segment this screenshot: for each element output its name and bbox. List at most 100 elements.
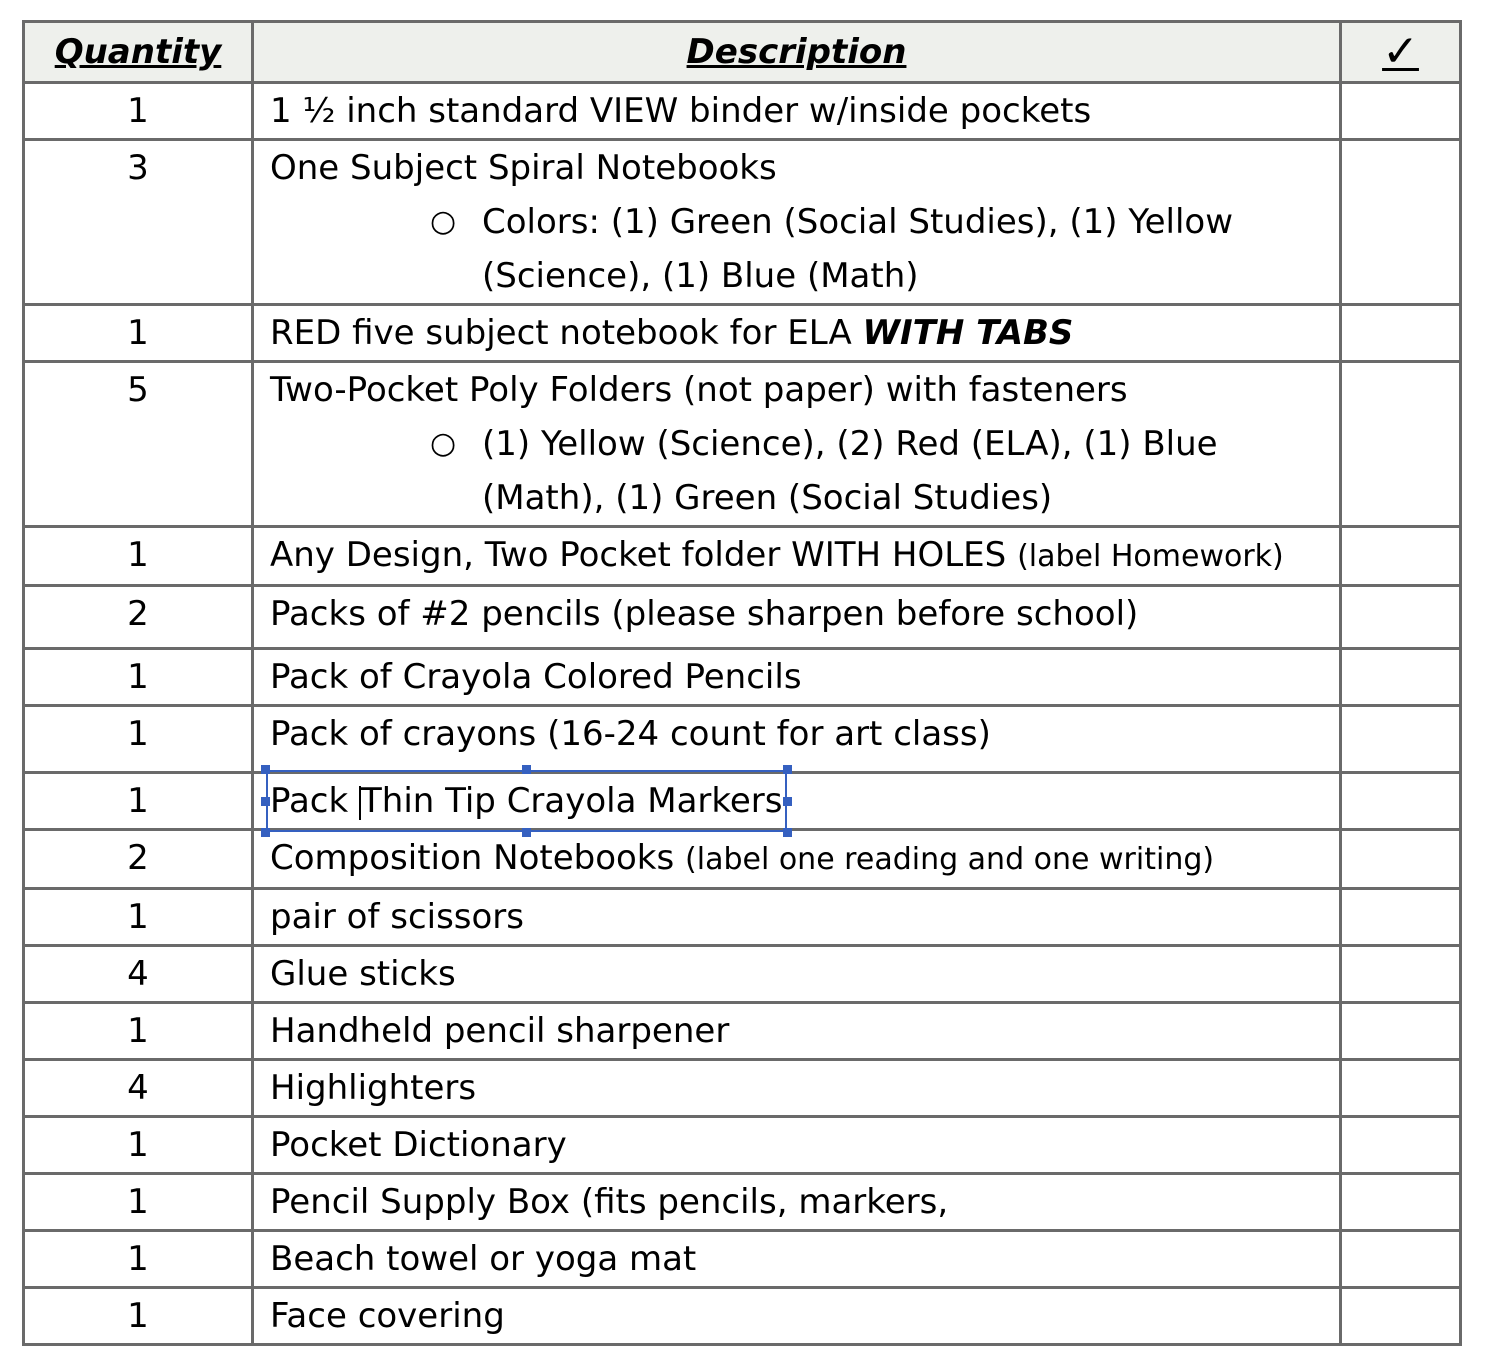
item-text: Two-Pocket Poly Folders (not paper) with… xyxy=(270,370,1128,410)
item-text: One Subject Spiral Notebooks xyxy=(270,148,777,188)
description-cell[interactable]: Pocket Dictionary xyxy=(251,1115,1342,1175)
table-row: 5 Two-Pocket Poly Folders (not paper) wi… xyxy=(22,360,1462,528)
quantity-cell: 1 xyxy=(22,647,254,707)
sub-bullet: ○ (1) Yellow (Science), (2) Red (ELA), (1… xyxy=(270,417,1339,525)
note-text: (label Homework) xyxy=(1017,539,1284,574)
table-row: 1 Pencil Supply Box (fits pencils, marke… xyxy=(22,1172,1462,1232)
resize-handle[interactable] xyxy=(782,765,792,774)
item-text: Composition Notebooks xyxy=(270,838,686,878)
description-cell[interactable]: Glue sticks xyxy=(251,944,1342,1004)
check-cell[interactable] xyxy=(1339,771,1462,831)
table-row: 4 Glue sticks xyxy=(22,944,1462,1004)
check-cell[interactable] xyxy=(1339,360,1462,528)
quantity-cell: 1 xyxy=(22,1229,254,1289)
table-row: 1 Face covering xyxy=(22,1286,1462,1346)
table-row: 4 Highlighters xyxy=(22,1058,1462,1118)
description-cell[interactable]: Pencil Supply Box (fits pencils, markers… xyxy=(251,1172,1342,1232)
table-row: 1 RED five subject notebook for ELA WITH… xyxy=(22,303,1462,363)
check-cell[interactable] xyxy=(1339,887,1462,947)
description-cell[interactable]: Highlighters xyxy=(251,1058,1342,1118)
description-cell[interactable]: pair of scissors xyxy=(251,887,1342,947)
item-text: Any Design, Two Pocket folder WITH HOLES xyxy=(270,535,1018,575)
resize-handle[interactable] xyxy=(782,797,792,806)
check-cell[interactable] xyxy=(1339,647,1462,707)
table-row: 1 Pack of crayons (16-24 count for art c… xyxy=(22,704,1462,774)
sub-bullet: ○ Colors: (1) Green (Social Studies), (1)… xyxy=(270,195,1339,303)
table-row: 1 1 ½ inch standard VIEW binder w/inside… xyxy=(22,81,1462,141)
description-cell[interactable]: Any Design, Two Pocket folder WITH HOLES… xyxy=(251,525,1342,587)
checkmark-header: ✓ xyxy=(1339,20,1462,84)
description-cell[interactable]: Packs of #2 pencils (please sharpen befo… xyxy=(251,584,1342,650)
quantity-cell: 5 xyxy=(22,360,254,528)
emphasis-text: WITH TABS xyxy=(862,313,1074,353)
quantity-cell: 4 xyxy=(22,1058,254,1118)
check-cell[interactable] xyxy=(1339,525,1462,587)
note-text: (label one reading and one writing) xyxy=(685,842,1215,877)
description-cell[interactable]: 1 ½ inch standard VIEW binder w/inside p… xyxy=(251,81,1342,141)
table-row: 1 Pack Thin Tip Crayola Markers xyxy=(22,765,1462,837)
quantity-cell: 4 xyxy=(22,944,254,1004)
quantity-header: Quantity xyxy=(22,20,254,84)
check-cell[interactable] xyxy=(1339,944,1462,1004)
circle-bullet-icon: ○ xyxy=(430,204,457,239)
table-row: 1 Beach towel or yoga mat xyxy=(22,1229,1462,1289)
description-cell[interactable]: One Subject Spiral Notebooks ○ Colors: (1… xyxy=(251,138,1342,306)
check-cell[interactable] xyxy=(1339,1172,1462,1232)
resize-handle[interactable] xyxy=(522,765,532,774)
resize-handle[interactable] xyxy=(261,828,270,837)
resize-handle[interactable] xyxy=(261,797,270,806)
check-cell[interactable] xyxy=(1339,1058,1462,1118)
quantity-cell: 1 xyxy=(22,1001,254,1061)
description-cell[interactable]: Beach towel or yoga mat xyxy=(251,1229,1342,1289)
check-cell[interactable] xyxy=(1339,1229,1462,1289)
selected-text-box[interactable]: Pack Thin Tip Crayola Markers xyxy=(261,765,792,837)
check-cell[interactable] xyxy=(1339,1286,1462,1346)
quantity-cell: 1 xyxy=(22,771,254,831)
sub-text: (1) Yellow (Science), (2) Red (ELA), (1)… xyxy=(482,424,1218,518)
item-text-part: Thin Tip Crayola Markers xyxy=(361,781,783,821)
description-cell[interactable]: Pack of Crayola Colored Pencils xyxy=(251,647,1342,707)
item-text-part: Pack xyxy=(270,781,360,821)
check-cell[interactable] xyxy=(1339,1001,1462,1061)
sub-text: Colors: (1) Green (Social Studies), (1) … xyxy=(482,202,1234,296)
description-cell[interactable]: Pack of crayons (16-24 count for art cla… xyxy=(251,704,1342,774)
description-cell[interactable]: RED five subject notebook for ELA WITH T… xyxy=(251,303,1342,363)
table-row: 1 Pack of Crayola Colored Pencils xyxy=(22,647,1462,707)
supply-list-table: Quantity Description ✓ 1 1 ½ inch standa… xyxy=(22,20,1462,1346)
quantity-cell: 1 xyxy=(22,1286,254,1346)
check-cell[interactable] xyxy=(1339,828,1462,890)
table-row: 3 One Subject Spiral Notebooks ○ Colors: … xyxy=(22,138,1462,306)
check-cell[interactable] xyxy=(1339,81,1462,141)
table-row: 1 Handheld pencil sharpener xyxy=(22,1001,1462,1061)
resize-handle[interactable] xyxy=(261,765,270,774)
circle-bullet-icon: ○ xyxy=(430,426,457,461)
quantity-cell: 1 xyxy=(22,1115,254,1175)
quantity-cell: 1 xyxy=(22,1172,254,1232)
table-row: 1 pair of scissors xyxy=(22,887,1462,947)
header-row: Quantity Description ✓ xyxy=(22,20,1462,84)
description-header: Description xyxy=(251,20,1342,84)
resize-handle[interactable] xyxy=(782,828,792,837)
check-cell[interactable] xyxy=(1339,1115,1462,1175)
check-cell[interactable] xyxy=(1339,138,1462,306)
quantity-cell: 1 xyxy=(22,704,254,774)
description-cell[interactable]: Pack Thin Tip Crayola Markers xyxy=(251,765,1342,837)
description-cell[interactable]: Handheld pencil sharpener xyxy=(251,1001,1342,1061)
table-row: 1 Pocket Dictionary xyxy=(22,1115,1462,1175)
table-row: 2 Composition Notebooks (label one readi… xyxy=(22,828,1462,890)
quantity-cell: 2 xyxy=(22,828,254,890)
quantity-cell: 3 xyxy=(22,138,254,306)
check-cell[interactable] xyxy=(1339,704,1462,774)
check-cell[interactable] xyxy=(1339,303,1462,363)
description-cell[interactable]: Composition Notebooks (label one reading… xyxy=(251,828,1342,890)
quantity-cell: 2 xyxy=(22,584,254,650)
table-row: 1 Any Design, Two Pocket folder WITH HOL… xyxy=(22,525,1462,587)
resize-handle[interactable] xyxy=(522,828,532,837)
item-text: RED five subject notebook for ELA xyxy=(270,313,863,353)
quantity-cell: 1 xyxy=(22,303,254,363)
quantity-cell: 1 xyxy=(22,887,254,947)
check-cell[interactable] xyxy=(1339,584,1462,650)
description-cell[interactable]: Face covering xyxy=(251,1286,1342,1346)
quantity-cell: 1 xyxy=(22,81,254,141)
description-cell[interactable]: Two-Pocket Poly Folders (not paper) with… xyxy=(251,360,1342,528)
